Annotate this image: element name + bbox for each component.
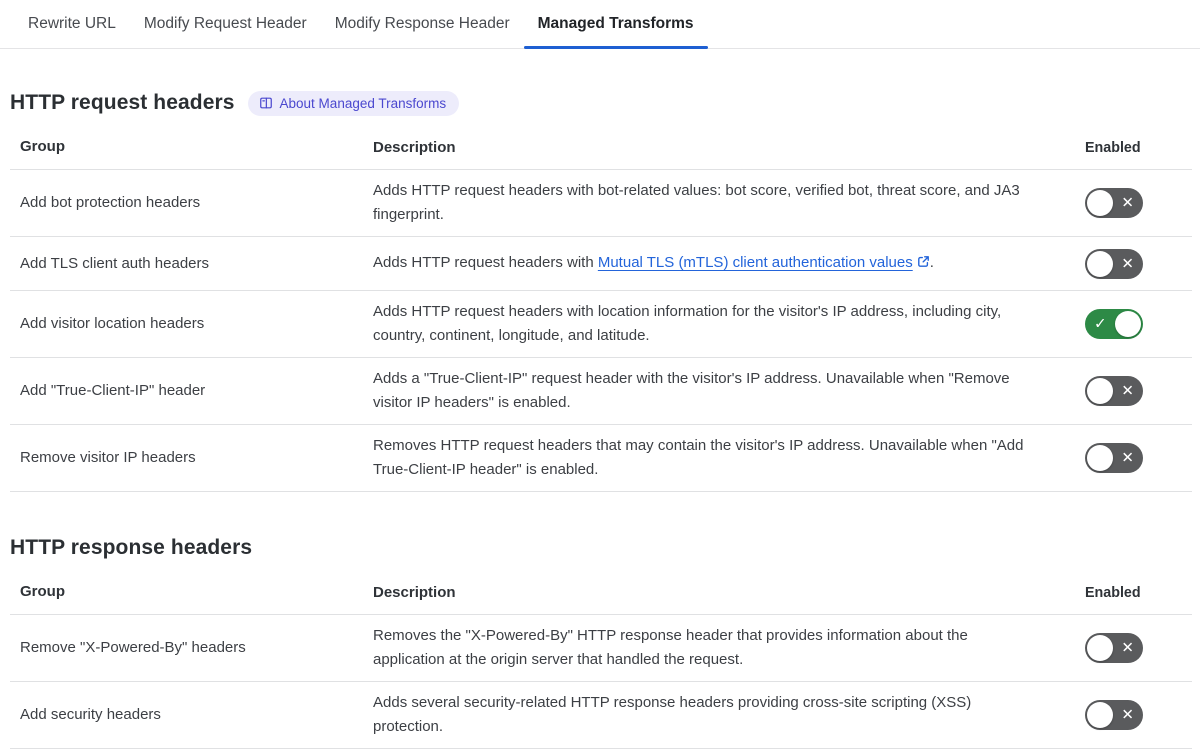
toggle-state-icon: ✕ <box>1121 381 1134 400</box>
tab-rewrite-url[interactable]: Rewrite URL <box>14 0 130 48</box>
description-cell: Adds HTTP request headers with location … <box>373 303 1002 344</box>
tab-managed-transforms[interactable]: Managed Transforms <box>523 0 708 49</box>
table-row: Remove visitor IP headers Removes HTTP r… <box>10 425 1192 492</box>
toggle-add-visitor-location-headers[interactable]: ✓ <box>1085 309 1143 339</box>
group-cell: Add security headers <box>20 706 161 723</box>
column-header-group: Group <box>20 583 65 600</box>
column-header-description: Description <box>373 139 456 156</box>
table-header-row: Group Description Enabled <box>10 576 1192 615</box>
toggle-knob <box>1087 635 1113 661</box>
toggle-knob <box>1087 378 1113 404</box>
toggle-state-icon: ✕ <box>1121 448 1134 467</box>
toggle-state-icon: ✕ <box>1121 705 1134 724</box>
toggle-knob <box>1087 250 1113 277</box>
description-cell: Removes HTTP request headers that may co… <box>373 437 1024 478</box>
description-cell: Adds HTTP request headers with bot-relat… <box>373 182 1020 223</box>
toggle-state-icon: ✕ <box>1121 638 1134 657</box>
column-header-enabled: Enabled <box>1085 585 1141 601</box>
tab-modify-request-header[interactable]: Modify Request Header <box>130 0 321 48</box>
toggle-add-security-headers[interactable]: ✕ <box>1085 700 1143 730</box>
table-row: Add "True-Client-IP" header Adds a "True… <box>10 358 1192 425</box>
group-cell: Remove "X-Powered-By" headers <box>20 639 246 656</box>
request-headers-table: Group Description Enabled Add bot protec… <box>10 131 1192 492</box>
mtls-client-auth-values-link[interactable]: Mutual TLS (mTLS) client authentication … <box>598 254 913 271</box>
table-row: Add visitor location headers Adds HTTP r… <box>10 291 1192 358</box>
table-row: Add bot protection headers Adds HTTP req… <box>10 170 1192 237</box>
response-headers-section: HTTP response headers Group Description … <box>0 534 1200 749</box>
toggle-knob <box>1087 702 1113 728</box>
request-headers-section: HTTP request headers About Managed Trans… <box>0 89 1200 492</box>
toggle-knob <box>1087 445 1113 471</box>
table-header-row: Group Description Enabled <box>10 131 1192 170</box>
toggle-knob <box>1115 311 1141 337</box>
group-cell: Add bot protection headers <box>20 194 201 211</box>
response-headers-title: HTTP response headers <box>10 536 253 559</box>
toggle-state-icon: ✓ <box>1094 314 1107 333</box>
tab-modify-response-header[interactable]: Modify Response Header <box>321 0 524 48</box>
description-cell: Adds several security-related HTTP respo… <box>373 694 972 735</box>
about-badge-label: About Managed Transforms <box>279 95 447 111</box>
response-headers-table: Group Description Enabled Remove "X-Powe… <box>10 576 1192 749</box>
table-row: Remove "X-Powered-By" headers Removes th… <box>10 615 1192 682</box>
group-cell: Add "True-Client-IP" header <box>20 382 206 399</box>
description-text: . <box>929 254 934 271</box>
book-icon <box>259 96 273 110</box>
group-cell: Add visitor location headers <box>20 315 205 332</box>
group-cell: Remove visitor IP headers <box>20 449 196 466</box>
column-header-enabled: Enabled <box>1085 140 1141 156</box>
toggle-remove-visitor-ip-headers[interactable]: ✕ <box>1085 443 1143 473</box>
description-text: Adds HTTP request headers with <box>373 254 598 271</box>
toggle-remove-x-powered-by-headers[interactable]: ✕ <box>1085 633 1143 663</box>
description-cell: Adds a "True-Client-IP" request header w… <box>373 370 1010 411</box>
toggle-state-icon: ✕ <box>1121 254 1134 272</box>
tab-bar: Rewrite URL Modify Request Header Modify… <box>0 0 1200 49</box>
toggle-add-tls-client-auth-headers[interactable]: ✕ <box>1085 248 1143 279</box>
column-header-description: Description <box>373 584 456 601</box>
toggle-state-icon: ✕ <box>1121 193 1134 212</box>
column-header-group: Group <box>20 138 65 155</box>
external-link-icon <box>917 252 930 276</box>
request-headers-title: HTTP request headers <box>10 91 235 114</box>
toggle-add-true-client-ip-header[interactable]: ✕ <box>1085 376 1143 406</box>
about-managed-transforms-link[interactable]: About Managed Transforms <box>247 90 460 116</box>
toggle-add-bot-protection-headers[interactable]: ✕ <box>1085 188 1143 218</box>
group-cell: Add TLS client auth headers <box>20 254 210 272</box>
description-cell: Adds HTTP request headers with Mutual TL… <box>373 251 1080 276</box>
table-row: Add security headers Adds several securi… <box>10 682 1192 749</box>
description-cell: Removes the "X-Powered-By" HTTP response… <box>373 627 968 668</box>
table-row: Add TLS client auth headers Adds HTTP re… <box>10 237 1192 291</box>
toggle-knob <box>1087 190 1113 216</box>
